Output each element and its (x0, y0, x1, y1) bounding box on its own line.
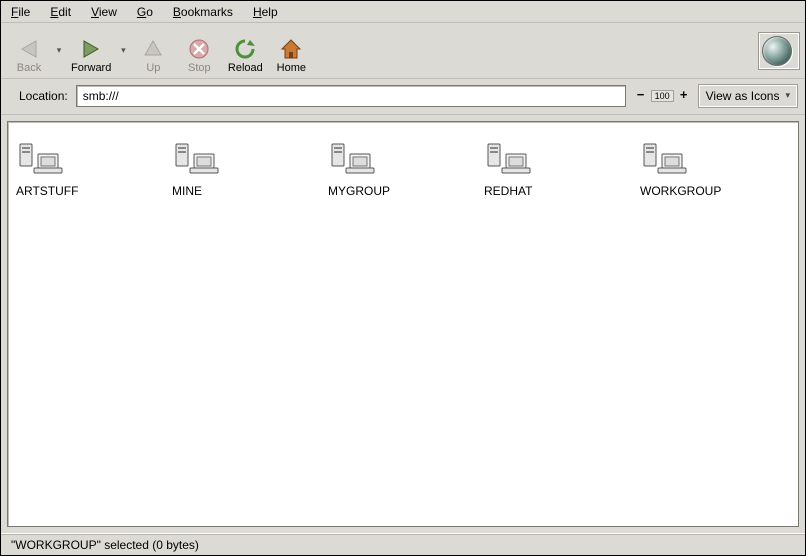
menubar: File Edit View Go Bookmarks Help (1, 1, 805, 23)
menu-file[interactable]: File (5, 3, 36, 21)
location-input[interactable] (76, 85, 626, 107)
forward-dropdown[interactable]: ▾ (117, 27, 129, 75)
workgroup-icon (16, 138, 64, 180)
workgroup-label: MINE (172, 184, 202, 198)
menu-go[interactable]: Go (131, 3, 159, 21)
home-button[interactable]: Home (269, 27, 313, 75)
menu-view[interactable]: View (85, 3, 123, 21)
zoom-control: − 100 + (634, 89, 691, 103)
chevron-down-icon: ▾ (785, 90, 790, 101)
back-icon (18, 38, 40, 60)
throbber-icon (762, 36, 792, 66)
workgroup-label: WORKGROUP (640, 184, 721, 198)
workgroup-icon (484, 138, 532, 180)
workgroup-item[interactable]: MYGROUP (324, 134, 480, 216)
workgroup-item[interactable]: WORKGROUP (636, 134, 792, 216)
locationbar: Location: − 100 + View as Icons ▾ (1, 79, 805, 115)
menu-edit[interactable]: Edit (44, 3, 77, 21)
view-mode-select[interactable]: View as Icons ▾ (699, 85, 797, 107)
toolbar: Back ▾ Forward ▾ Up Stop Reload Home (1, 23, 805, 79)
content-wrap: ARTSTUFF MINE MYGROUP REDHAT WORKGROUP (1, 115, 805, 533)
workgroup-icon (172, 138, 220, 180)
stop-button[interactable]: Stop (177, 27, 221, 75)
workgroup-label: ARTSTUFF (16, 184, 78, 198)
workgroup-item[interactable]: REDHAT (480, 134, 636, 216)
workgroup-label: REDHAT (484, 184, 532, 198)
menu-bookmarks[interactable]: Bookmarks (167, 3, 239, 21)
workgroup-icon (640, 138, 688, 180)
stop-icon (188, 38, 210, 60)
home-icon (280, 38, 302, 60)
statusbar: "WORKGROUP" selected (0 bytes) (1, 533, 805, 555)
location-label: Location: (19, 89, 68, 103)
icon-view[interactable]: ARTSTUFF MINE MYGROUP REDHAT WORKGROUP (7, 121, 799, 527)
zoom-value[interactable]: 100 (651, 90, 674, 102)
zoom-out-button[interactable]: − (634, 89, 648, 103)
up-icon (142, 38, 164, 60)
back-button[interactable]: Back (7, 27, 51, 75)
reload-button[interactable]: Reload (223, 27, 267, 75)
menu-help[interactable]: Help (247, 3, 284, 21)
reload-icon (234, 38, 256, 60)
forward-button[interactable]: Forward (67, 27, 115, 75)
status-text: "WORKGROUP" selected (0 bytes) (11, 538, 199, 552)
throbber (759, 33, 799, 69)
back-dropdown[interactable]: ▾ (53, 27, 65, 75)
up-button[interactable]: Up (131, 27, 175, 75)
zoom-in-button[interactable]: + (677, 89, 691, 103)
forward-icon (80, 38, 102, 60)
workgroup-item[interactable]: MINE (168, 134, 324, 216)
workgroup-icon (328, 138, 376, 180)
workgroup-item[interactable]: ARTSTUFF (12, 134, 168, 216)
workgroup-label: MYGROUP (328, 184, 390, 198)
